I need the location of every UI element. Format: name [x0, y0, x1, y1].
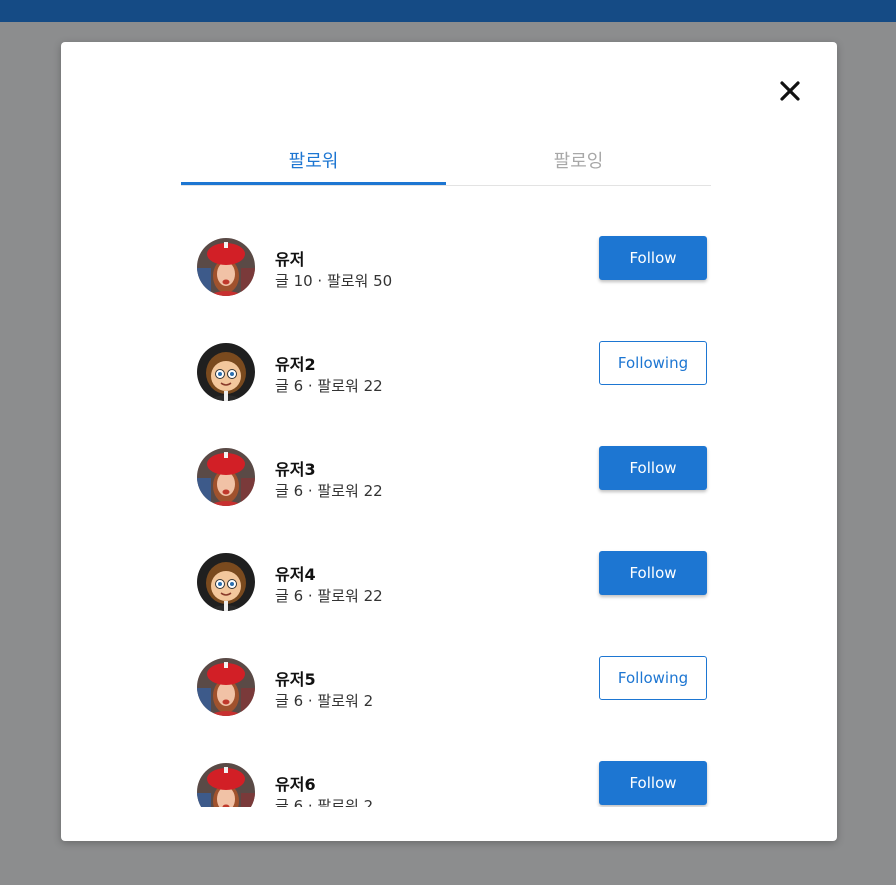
avatar[interactable]: [197, 763, 255, 807]
following-button-label: Following: [617, 669, 689, 687]
tab-following[interactable]: 팔로잉: [446, 137, 711, 183]
user-row: 유저2 글 6 · 팔로워 22 Following: [181, 322, 711, 427]
avatar-cartoon-boy-icon: [197, 343, 255, 401]
user-name[interactable]: 유저4: [275, 561, 316, 585]
following-button[interactable]: Following: [599, 656, 707, 700]
avatar-red-beret-icon: [197, 238, 255, 296]
user-stats: 글 6 · 팔로워 2: [275, 692, 374, 710]
avatar-red-beret-icon: [197, 448, 255, 506]
tab-followers[interactable]: 팔로워: [181, 137, 446, 185]
follow-button[interactable]: Follow: [599, 551, 707, 595]
app-header-bar: [0, 0, 896, 22]
close-icon: [780, 81, 800, 101]
following-button-label: Following: [617, 354, 689, 372]
follow-button[interactable]: Follow: [599, 446, 707, 490]
user-stats: 글 10 · 팔로워 50: [275, 272, 393, 290]
user-row: 유저5 글 6 · 팔로워 2 Following: [181, 637, 711, 742]
follow-button[interactable]: Follow: [599, 236, 707, 280]
user-row: 유저6 글 6 · 팔로워 2 Follow: [181, 742, 711, 807]
avatar[interactable]: [197, 658, 255, 716]
avatar-red-beret-icon: [197, 763, 255, 807]
avatar[interactable]: [197, 448, 255, 506]
avatar[interactable]: [197, 553, 255, 611]
user-row: 유저 글 10 · 팔로워 50 Follow: [181, 217, 711, 322]
follow-button-label: Follow: [629, 249, 677, 267]
following-button[interactable]: Following: [599, 341, 707, 385]
follow-button-label: Follow: [629, 774, 677, 792]
user-row: 유저4 글 6 · 팔로워 22 Follow: [181, 532, 711, 637]
user-list[interactable]: 유저 글 10 · 팔로워 50 Follow 유저2 글 6 · 팔로워 22…: [181, 217, 711, 807]
user-name[interactable]: 유저6: [275, 771, 316, 795]
user-row: 유저3 글 6 · 팔로워 22 Follow: [181, 427, 711, 532]
user-stats: 글 6 · 팔로워 2: [275, 797, 374, 807]
user-stats: 글 6 · 팔로워 22: [275, 587, 383, 605]
tab-following-label: 팔로잉: [553, 151, 604, 172]
tab-followers-label: 팔로워: [288, 151, 339, 172]
avatar-red-beret-icon: [197, 658, 255, 716]
avatar[interactable]: [197, 238, 255, 296]
user-name[interactable]: 유저3: [275, 456, 316, 480]
user-name[interactable]: 유저: [275, 246, 304, 270]
user-stats: 글 6 · 팔로워 22: [275, 377, 383, 395]
follow-button[interactable]: Follow: [599, 761, 707, 805]
user-name[interactable]: 유저5: [275, 666, 316, 690]
close-button[interactable]: [775, 76, 805, 106]
user-name[interactable]: 유저2: [275, 351, 316, 375]
avatar[interactable]: [197, 343, 255, 401]
tab-bar: 팔로워 팔로잉: [181, 137, 711, 186]
user-stats: 글 6 · 팔로워 22: [275, 482, 383, 500]
followers-dialog: 팔로워 팔로잉 유저 글 10 · 팔로워 50 Follow 유저2 글 6 …: [61, 42, 837, 841]
follow-button-label: Follow: [629, 564, 677, 582]
avatar-cartoon-boy-icon: [197, 553, 255, 611]
follow-button-label: Follow: [629, 459, 677, 477]
